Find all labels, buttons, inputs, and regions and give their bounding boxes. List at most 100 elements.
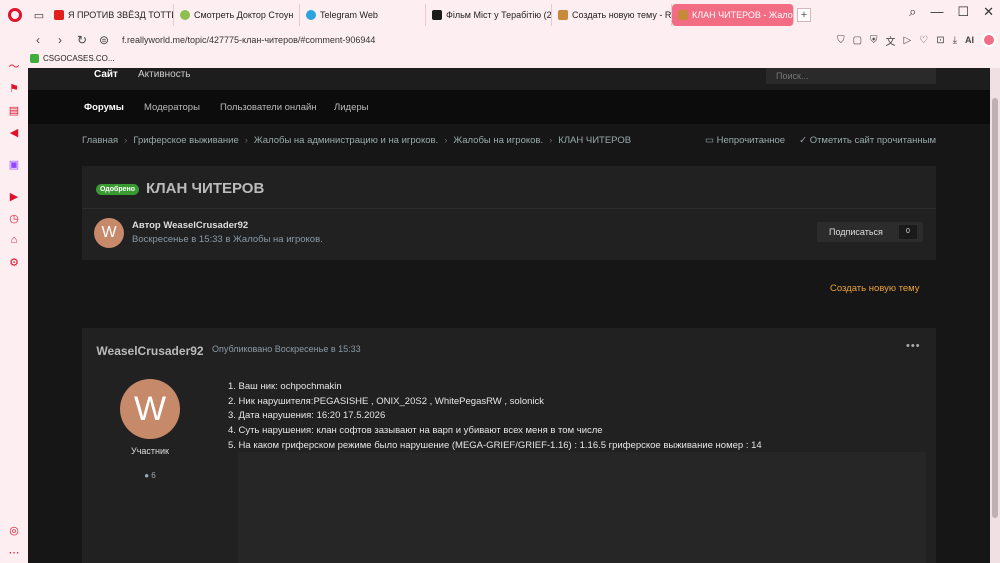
site-favicon-icon [180, 10, 190, 20]
send-icon[interactable]: ▷ [904, 35, 912, 46]
topic-meta: Воскресенье в 15:33 в Жалобы на игроков. [132, 234, 323, 245]
breadcrumb-item[interactable]: Жалобы на администрацию и на игроков. [254, 135, 438, 146]
subscribe-button[interactable]: Подписаться 0 [817, 222, 923, 242]
extensions-icon[interactable]: ⚙ [0, 251, 28, 273]
post-image [238, 452, 926, 563]
nav-site[interactable]: Сайт [94, 69, 118, 80]
opera-logo-icon[interactable] [0, 0, 30, 30]
aria-icon[interactable]: ⚑ [0, 77, 28, 99]
breadcrumb-item[interactable]: Главная [82, 135, 118, 146]
gamepad-icon[interactable]: ▭ [30, 6, 48, 24]
subscribe-label: Подписаться [829, 227, 883, 237]
minimize-icon[interactable]: — [930, 4, 943, 20]
unread-link[interactable]: ▭ Непрочитанное [705, 135, 785, 146]
history-icon[interactable]: ◷ [0, 207, 28, 229]
url-field[interactable]: f.reallyworld.me/topic/427775-клан-читер… [122, 35, 375, 45]
mark-read-link[interactable]: ✓ Отметить сайт прочитанным [799, 135, 936, 146]
post-menu-button[interactable]: ••• [906, 340, 921, 352]
ai-button[interactable]: AI [965, 35, 974, 45]
tab-1[interactable]: Я ПРОТИВ ЗВЁЗД ТОТТЕН [48, 4, 174, 26]
megaphone-icon[interactable]: ◀ [0, 121, 28, 143]
reload-icon[interactable]: ↻ [74, 32, 90, 48]
post-count: ● 6 [96, 471, 204, 480]
browser-window: ▭ Я ПРОТИВ ЗВЁЗД ТОТТЕН Смотреть Доктор … [0, 0, 1000, 563]
translate-icon[interactable]: 文 [886, 33, 896, 48]
unread-icon: ▭ [704, 135, 717, 146]
window-controls: ⌕ — ☐ ✕ [909, 4, 994, 20]
post-line: 1. Ваш ник: ochpochmakin [228, 381, 342, 392]
forward-icon[interactable]: › [52, 32, 68, 48]
divider [82, 208, 936, 209]
more-icon[interactable]: ⋯ [0, 541, 28, 563]
tab-active[interactable]: КЛАН ЧИТЕРОВ - Жалобы [672, 4, 794, 26]
breadcrumb-item[interactable]: Гриферское выживание [133, 135, 238, 146]
post-line: 4. Суть нарушения: клан софтов зазывают … [228, 425, 603, 437]
download-icon[interactable]: ⤓ [953, 35, 957, 46]
search-tabs-icon[interactable]: ⌕ [909, 4, 916, 20]
sidebar: 〜 ⚑ ▤ ◀ ▣ ▶ ◷ ⌂ ⚙ ◎ ⋯ [0, 55, 28, 563]
profile-avatar[interactable] [982, 33, 996, 47]
close-icon[interactable]: ✕ [983, 4, 994, 20]
check-icon: ✓ [799, 135, 810, 146]
post-count-value: 6 [151, 471, 156, 480]
avatar[interactable]: W [94, 218, 124, 248]
topic-author[interactable]: Автор WeaselCrusader92 [132, 220, 248, 231]
subnav-leaders[interactable]: Лидеры [334, 102, 368, 113]
tab-label: КЛАН ЧИТЕРОВ - Жалобы [692, 10, 794, 20]
subnav-moderators[interactable]: Модераторы [144, 102, 200, 113]
breadcrumb-current: КЛАН ЧИТЕРОВ [558, 135, 632, 146]
sub-nav: Форумы Модераторы Пользователи онлайн Ли… [28, 90, 990, 124]
heart-icon[interactable]: ♡ [919, 35, 928, 46]
subnav-forums[interactable]: Форумы [84, 102, 124, 113]
news-icon[interactable]: ▤ [0, 99, 28, 121]
new-tab-button[interactable]: + [797, 8, 811, 22]
tab-5[interactable]: Создать новую тему - Re [552, 4, 672, 26]
tab-label: Я ПРОТИВ ЗВЁЗД ТОТТЕН [68, 10, 174, 20]
telegram-icon [306, 10, 316, 20]
top-nav: Сайт Активность Поиск... [28, 68, 990, 90]
nav-activity[interactable]: Активность [138, 69, 191, 80]
post-date: Опубликовано Воскресенье в 15:33 [212, 344, 361, 354]
breadcrumb-separator: › [244, 135, 248, 146]
site-favicon-icon [558, 10, 568, 20]
breadcrumb: Главная › Гриферское выживание › Жалобы … [82, 135, 631, 146]
maximize-icon[interactable]: ☐ [957, 4, 969, 20]
create-topic-link[interactable]: Создать новую тему [830, 283, 920, 294]
shirt-icon[interactable]: ⌂ [0, 229, 28, 251]
breadcrumb-item[interactable]: Жалобы на игроков. [453, 135, 543, 146]
gx-icon[interactable]: ◎ [0, 519, 28, 541]
site-favicon-icon [678, 10, 688, 20]
approved-badge: Одобрено [96, 184, 139, 195]
address-bar: ‹ › ↻ ⊜ f.reallyworld.me/topic/427775-кл… [30, 30, 1000, 50]
wallet-icon[interactable]: ⊡ [936, 35, 944, 46]
tab-2[interactable]: Смотреть Доктор Стоун [174, 4, 300, 26]
tab-bar: ▭ Я ПРОТИВ ЗВЁЗД ТОТТЕН Смотреть Доктор … [0, 0, 1000, 30]
post-author[interactable]: WeaselCrusader92 [96, 344, 204, 358]
shield-icon[interactable]: ⛨ [870, 35, 878, 46]
tab-3[interactable]: Telegram Web [300, 4, 426, 26]
snapshot-icon[interactable]: ▢ [853, 35, 862, 46]
search-input[interactable]: Поиск... [766, 68, 936, 84]
page-title: КЛАН ЧИТЕРОВ [146, 180, 265, 197]
back-icon[interactable]: ‹ [30, 32, 46, 48]
bookmarks-bar: CSGOCASES.CO... [30, 50, 115, 66]
breadcrumb-actions: ▭ Непрочитанное ✓ Отметить сайт прочитан… [705, 135, 936, 146]
security-icon[interactable]: ⊜ [96, 32, 112, 48]
mark-read-label: Отметить сайт прочитанным [809, 135, 936, 146]
scrollbar[interactable] [990, 68, 1000, 563]
subscribe-count: 0 [899, 225, 917, 239]
bookmark-item[interactable]: CSGOCASES.CO... [43, 54, 115, 63]
scroll-thumb[interactable] [992, 98, 998, 518]
youtube-icon [54, 10, 64, 20]
breadcrumb-separator: › [444, 135, 448, 146]
twitch-icon[interactable]: ▣ [0, 153, 28, 175]
tab-label: Фільм Міст у Терабітію (2 [446, 10, 552, 20]
rss-icon[interactable]: 〜 [0, 55, 28, 77]
player-icon[interactable]: ▶ [0, 185, 28, 207]
bookmark-icon[interactable]: ⛉ [837, 35, 845, 46]
post-avatar[interactable]: W [120, 379, 180, 439]
subnav-online-users[interactable]: Пользователи онлайн [220, 102, 317, 113]
post-line: 3. Дата нарушения: 16:20 17.5.2026 [228, 410, 386, 422]
tab-label: Создать новую тему - Re [572, 10, 672, 20]
tab-4[interactable]: Фільм Міст у Терабітію (2 [426, 4, 552, 26]
